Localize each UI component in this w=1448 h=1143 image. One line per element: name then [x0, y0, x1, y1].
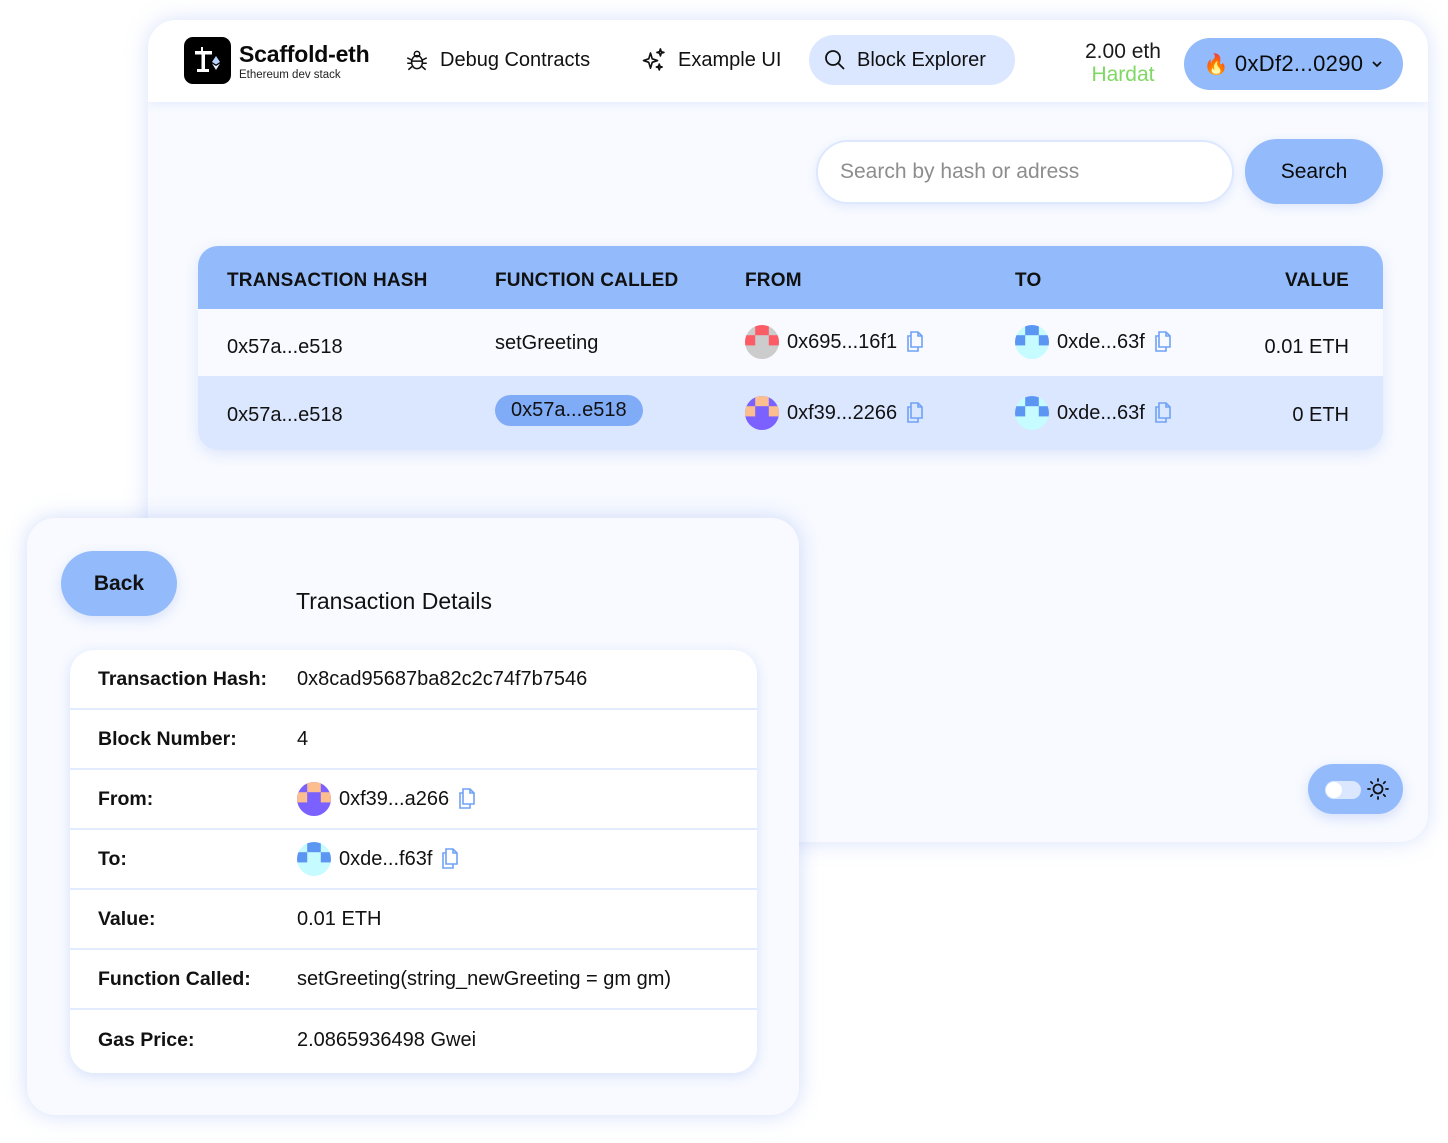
theme-toggle[interactable]: [1308, 764, 1403, 814]
details-title: Transaction Details: [296, 588, 493, 614]
detail-label: To:: [98, 847, 127, 870]
detail-label: Block Number:: [98, 727, 237, 750]
tx-to: 0xde...63f: [1015, 396, 1173, 430]
chevron-down-icon: [1372, 61, 1382, 68]
detail-value: 0xde...f63f: [297, 830, 460, 888]
fire-icon: 🔥: [1203, 53, 1229, 76]
tx-value: 0 ETH: [1292, 404, 1349, 426]
detail-row-value: Value: 0.01 ETH: [70, 890, 757, 950]
nav-example-ui[interactable]: Example UI: [626, 35, 795, 85]
nav-block-explorer[interactable]: Block Explorer: [809, 35, 1015, 85]
tx-hash-link[interactable]: 0x57a...e518: [227, 404, 343, 427]
avatar: [1015, 325, 1049, 359]
detail-label: From:: [98, 787, 154, 810]
detail-value: setGreeting(string_newGreeting = gm gm): [297, 967, 672, 990]
detail-value: 2.0865936498 Gwei: [297, 1028, 477, 1051]
avatar: [745, 396, 779, 430]
to-address-link[interactable]: 0xde...63f: [1057, 331, 1145, 354]
toggle-track[interactable]: [1325, 781, 1361, 799]
detail-row-to: To: 0xde...f63f: [70, 830, 757, 890]
tx-hash-link[interactable]: 0x57a...e518: [227, 336, 343, 359]
avatar: [297, 782, 331, 816]
copy-icon[interactable]: [1153, 401, 1173, 425]
detail-label: Transaction Hash:: [98, 667, 268, 690]
column-header-hash: TRANSACTION HASH: [227, 270, 428, 291]
sparkles-icon: [642, 48, 665, 71]
detail-row-from: From: 0xf39...a266: [70, 770, 757, 830]
wallet-button[interactable]: 🔥 0xDf2...0290: [1184, 38, 1403, 90]
detail-label: Gas Price:: [98, 1028, 195, 1051]
tx-value: 0.01 ETH: [1264, 336, 1349, 358]
tx-from: 0xf39...2266: [745, 396, 925, 430]
bug-icon: [406, 50, 428, 71]
navbar: Scaffold-eth Ethereum dev stack Debug Co…: [148, 20, 1428, 102]
to-address-link[interactable]: 0xde...63f: [1057, 402, 1145, 425]
detail-row-hash: Transaction Hash: 0x8cad95687ba82c2c74f7…: [70, 650, 757, 710]
search-input[interactable]: [816, 140, 1234, 204]
scaffold-logo-icon[interactable]: [184, 37, 231, 84]
balance-amount: 2.00 eth: [1085, 40, 1161, 63]
nav-block-label: Block Explorer: [857, 48, 986, 71]
copy-icon[interactable]: [457, 787, 477, 811]
column-header-to: TO: [1015, 270, 1042, 291]
nav-example-label: Example UI: [678, 48, 782, 71]
detail-label: Function Called:: [98, 967, 251, 990]
back-button[interactable]: Back: [61, 551, 177, 616]
brand-name: Scaffold-eth: [239, 41, 370, 67]
detail-row-gas: Gas Price: 2.0865936498 Gwei: [70, 1010, 757, 1070]
detail-value: 0x8cad95687ba82c2c74f7b7546: [297, 667, 588, 690]
copy-icon[interactable]: [905, 330, 925, 354]
from-address-link[interactable]: 0xf39...a266: [339, 788, 449, 811]
detail-row-function: Function Called: setGreeting(string_newG…: [70, 950, 757, 1010]
tx-to: 0xde...63f: [1015, 325, 1173, 359]
column-header-function: FUNCTION CALLED: [495, 270, 679, 291]
copy-icon[interactable]: [905, 401, 925, 425]
balance-display: 2.00 eth Hardat: [1085, 40, 1161, 86]
table-header: TRANSACTION HASH FUNCTION CALLED FROM TO…: [198, 246, 1383, 309]
toggle-knob: [1326, 782, 1342, 798]
detail-value: 4: [297, 727, 309, 750]
from-address-link[interactable]: 0x695...16f1: [787, 331, 897, 354]
tx-from: 0x695...16f1: [745, 325, 925, 359]
avatar: [745, 325, 779, 359]
detail-value: 0xf39...a266: [297, 770, 477, 828]
nav-debug-contracts[interactable]: Debug Contracts: [390, 35, 604, 85]
search-icon: [825, 50, 845, 70]
copy-icon[interactable]: [1153, 330, 1173, 354]
table-row[interactable]: 0x57a...e518 setGreeting 0x695...16f1 0x…: [198, 309, 1383, 377]
copy-icon[interactable]: [440, 847, 460, 871]
nav-debug-label: Debug Contracts: [440, 48, 591, 71]
transaction-details-card: Back Transaction Details Transaction Has…: [27, 518, 799, 1115]
avatar: [297, 842, 331, 876]
brand-tagline: Ethereum dev stack: [239, 69, 341, 81]
network-name: Hardat: [1091, 63, 1155, 86]
search-button[interactable]: Search: [1245, 139, 1383, 204]
detail-label: Value:: [98, 907, 156, 930]
detail-row-block: Block Number: 4: [70, 710, 757, 770]
transactions-table: TRANSACTION HASH FUNCTION CALLED FROM TO…: [198, 246, 1383, 450]
wallet-address: 0xDf2...0290: [1234, 51, 1364, 76]
from-address-link[interactable]: 0xf39...2266: [787, 402, 897, 425]
avatar: [1015, 396, 1049, 430]
column-header-value: VALUE: [1285, 270, 1349, 291]
tx-function-pill: 0x57a...e518: [495, 395, 643, 426]
to-address-link[interactable]: 0xde...f63f: [339, 848, 432, 871]
detail-value: 0.01 ETH: [297, 907, 382, 930]
sun-icon: [1367, 778, 1389, 800]
details-table: Transaction Hash: 0x8cad95687ba82c2c74f7…: [70, 650, 757, 1073]
tx-function: setGreeting: [495, 332, 599, 354]
table-row[interactable]: 0x57a...e518 0x57a...e518 0xf39...2266 0…: [198, 377, 1383, 450]
column-header-from: FROM: [745, 270, 802, 291]
